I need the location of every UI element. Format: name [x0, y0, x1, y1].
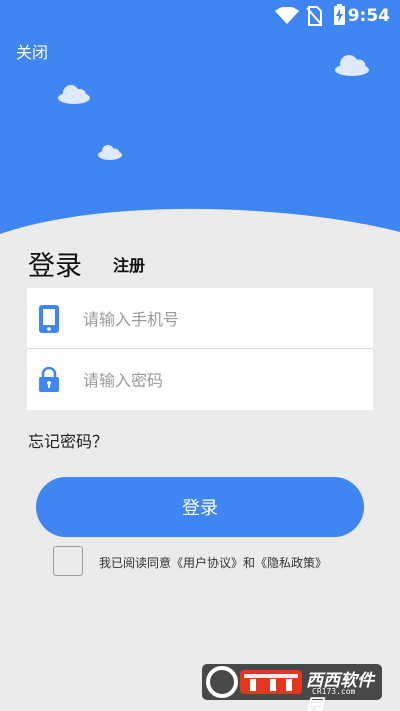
- cloud-icon: [335, 55, 369, 76]
- cloud-icon: [98, 145, 122, 160]
- status-bar: 9:54: [0, 0, 400, 34]
- forgot-password-link[interactable]: 忘记密码？: [28, 428, 108, 452]
- agreement-checkbox[interactable]: [53, 546, 83, 576]
- watermark-url: CR173.com: [312, 687, 356, 696]
- agreement-text[interactable]: 我已阅读同意《用户协议》和《隐私政策》: [99, 554, 327, 571]
- battery-charging-icon: [334, 4, 345, 25]
- tab-login[interactable]: 登录: [28, 244, 82, 283]
- watermark-logo: 西西软件园 CR173.com: [200, 662, 384, 711]
- phone-field-row: [27, 288, 373, 349]
- phone-icon: [39, 305, 59, 333]
- phone-input[interactable]: [83, 303, 363, 335]
- password-field-row: [27, 349, 373, 410]
- login-button[interactable]: 登录: [36, 477, 364, 537]
- cloud-icon: [58, 85, 90, 104]
- password-input[interactable]: [83, 364, 363, 396]
- lock-icon: [39, 367, 59, 392]
- close-button[interactable]: 关闭: [16, 39, 48, 63]
- wifi-icon: [275, 7, 299, 24]
- header-banner: [0, 0, 400, 240]
- status-time: 9:54: [347, 6, 390, 26]
- header-background: [0, 0, 400, 234]
- no-sim-icon: [306, 6, 322, 26]
- tab-register[interactable]: 注册: [113, 252, 145, 276]
- login-form: [27, 288, 373, 410]
